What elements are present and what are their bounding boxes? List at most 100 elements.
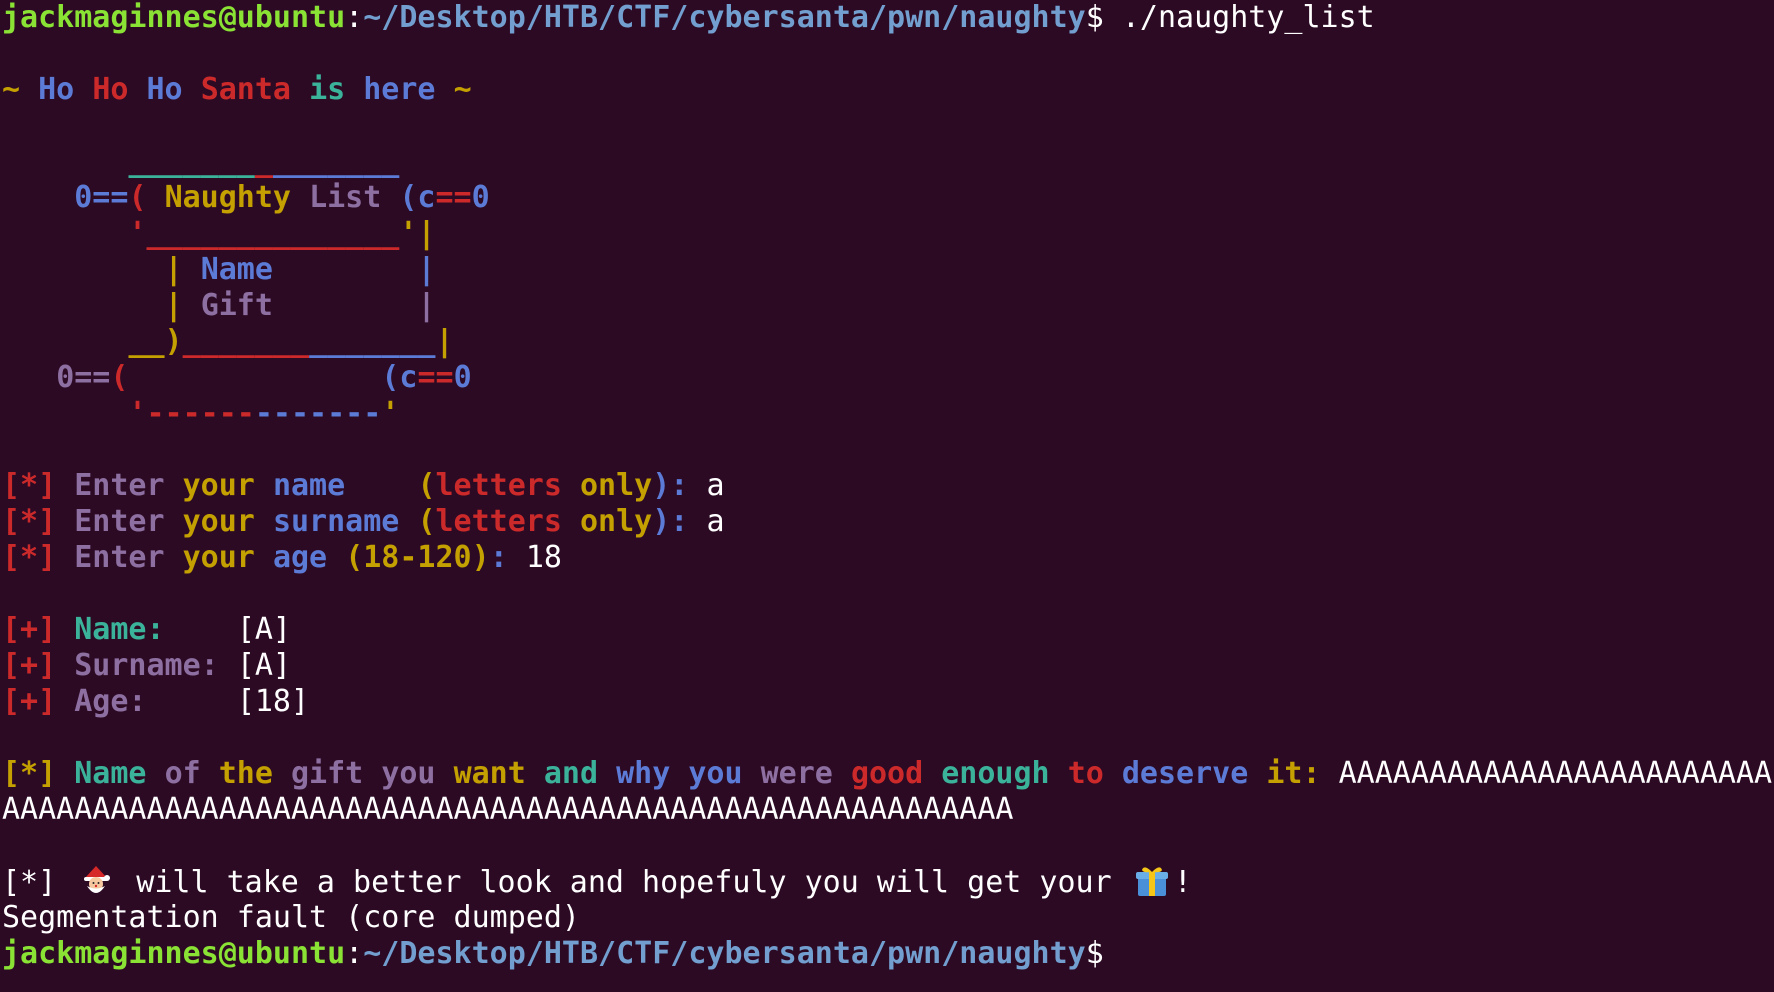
gift-emoji-icon [1135,867,1168,896]
output-line: AAAAAAAAAAAAAAAAAAAAAAAAAAAAAAAAAAAAAAAA… [2,792,1774,828]
output-text-segment: ): [652,468,707,503]
output-text-segment: of [164,756,219,791]
output-text-segment: ' [381,396,400,431]
output-text-segment: (c [381,360,418,395]
prompt-line: jackmaginnes@ubuntu:~/Desktop/HTB/CTF/cy… [2,0,1774,36]
output-text-segment: (c [399,180,436,215]
output-text-segment: [A] [236,648,291,683]
output-text-segment: gift [291,756,382,791]
output-text-segment [2,252,165,287]
output-text-segment: it: [1266,756,1339,791]
output-text-segment [2,180,74,215]
output-text-segment: Name: [74,612,237,647]
output-text-segment: your [182,540,273,575]
output-text-segment: [*] [2,504,75,539]
output-line: ~ Ho Ho Ho Santa is here ~ [2,72,1774,108]
output-line: '______________'| [2,216,1774,252]
output-text-segment: ( [417,468,436,503]
output-text-segment: == [435,180,472,215]
output-text-segment: _______ [309,324,436,359]
output-text-segment: you [688,756,761,791]
output-line: [+] Age: [18] [2,684,1774,720]
output-line: 0==( (c==0 [2,360,1774,396]
output-message: will take a better look and hopefuly you… [118,865,1130,900]
output-text-segment: | [417,216,436,251]
output-text-segment: why [616,756,689,791]
output-text-segment: ' [128,396,147,431]
output-text-segment: _______ [128,144,255,179]
output-text-segment: Enter [74,504,183,539]
output-text-segment: | [417,252,436,287]
output-text-segment: letters [435,504,580,539]
output-text-segment [2,144,128,179]
output-text-segment: Name [74,756,165,791]
prompt-user-host: jackmaginnes@ubuntu [2,0,346,35]
output-line: [*] Name of the gift you want and why yo… [2,756,1774,792]
output-text-segment: | [435,324,454,359]
output-text-segment: Age: [74,684,237,719]
output-text-segment: _______ [272,144,400,179]
output-text-segment [2,216,128,251]
output-text-segment: good [850,756,942,791]
output-text-segment: Santa [200,72,310,107]
output-text-segment: ' [399,216,418,251]
output-text-segment: Ho [38,72,93,107]
output-line-santa: [*] will take a better look and hopefuly… [2,864,1774,900]
output-text-segment: 0 [471,180,490,215]
output-text-segment: ' [128,216,147,251]
output-text-segment: and [543,756,617,791]
output-text-segment: ~ [453,72,472,107]
output-text-segment: [+] [2,684,75,719]
output-line: __)______________| [2,324,1774,360]
output-line: | Name | [2,252,1774,288]
output-line: [*] Enter your age (18-120): 18 [2,540,1774,576]
prompt-dollar: $ [1085,0,1104,35]
output-text-segment: 0== [74,180,129,215]
output-text-segment: Gift [200,288,418,323]
output-text-segment: 0== [56,360,111,395]
output-text-segment: a [706,504,725,539]
output-text-segment: [*] [2,468,75,503]
output-text-segment: [*] [2,540,75,575]
output-text-segment: | [417,288,436,323]
command-text[interactable]: ./naughty_list [1104,0,1375,35]
output-text-segment: [+] [2,648,75,683]
output-text-segment: _ [254,144,273,179]
output-text-segment: (18-120) [345,540,490,575]
output-text-segment: ------ [146,396,255,431]
output-text-segment: AAAAAAAAAAAAAAAAAAAAAAAA [1338,756,1773,791]
output-line: 0==( Naughty List (c==0 [2,180,1774,216]
output-text-segment: _______ [182,324,310,359]
output-text-segment: only [580,504,653,539]
output-text-segment: List [309,180,400,215]
output-text-segment: Surname: [74,648,237,683]
output-text-segment: were [760,756,851,791]
output-text-segment: Enter [74,540,183,575]
output-line: [*] Enter your name (letters only): a [2,468,1774,504]
prompt-dollar: $ [1085,936,1104,971]
output-text-segment: ( [417,504,436,539]
output-text-segment: ~ [2,72,39,107]
prompt-path: ~/Desktop/HTB/CTF/cybersanta/pwn/naughty [363,936,1086,971]
output-text-segment: 0 [453,360,472,395]
output-text-segment: Enter [74,468,183,503]
output-text-segment [2,396,128,431]
output-text-segment: Ho [146,72,201,107]
output-text-segment: letters [435,468,580,503]
output-text-segment: name [272,468,418,503]
output-line: [+] Name: [A] [2,612,1774,648]
output-text-segment: age [272,540,346,575]
prompt-line: jackmaginnes@ubuntu:~/Desktop/HTB/CTF/cy… [2,936,1774,972]
output-text-segment: __) [128,324,183,359]
output-line: | Gift | [2,288,1774,324]
output-text-segment: ( [110,360,382,395]
output-text-segment: surname [272,504,418,539]
output-prefix: [*] [2,865,75,900]
output-line: '-------------' [2,396,1774,432]
terminal-window[interactable]: jackmaginnes@ubuntu:~/Desktop/HTB/CTF/cy… [0,0,1774,992]
